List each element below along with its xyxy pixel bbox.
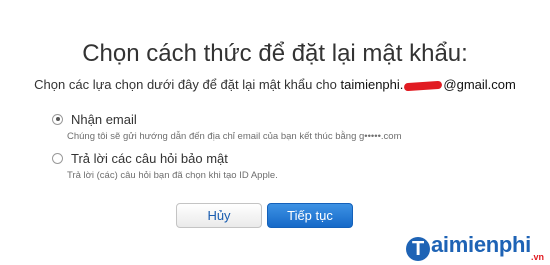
logo-letter: T: [406, 237, 430, 261]
cancel-button[interactable]: Hủy: [176, 203, 262, 228]
page-subtitle: Chọn các lựa chọn dưới đây để đặt lại mậ…: [0, 77, 550, 92]
page-title: Chọn cách thức để đặt lại mật khẩu:: [82, 40, 468, 67]
redaction-mark: [404, 80, 443, 91]
logo-suffix: .vn: [530, 252, 544, 262]
email-radio[interactable]: [52, 113, 63, 125]
watermark-logo: Taimienphi .vn: [406, 230, 546, 262]
logo-text: aimienphi: [431, 232, 531, 257]
option-email-description: Chúng tôi sẽ gửi hướng dẫn đến địa chỉ e…: [67, 131, 402, 142]
logo-wordmark: Taimienphi: [406, 232, 531, 261]
option-security-questions-description: Trả lời (các) câu hỏi bạn đã chọn khi tạ…: [67, 170, 278, 181]
option-email[interactable]: Nhận email Chúng tôi sẽ gửi hướng dẫn đế…: [52, 111, 402, 142]
security-questions-radio[interactable]: [52, 152, 63, 164]
option-email-label[interactable]: Nhận email: [71, 112, 137, 127]
option-security-questions-label[interactable]: Trả lời các câu hỏi bảo mật: [71, 151, 228, 166]
continue-button[interactable]: Tiếp tục: [267, 203, 353, 228]
account-email-start: taimienphi.: [340, 77, 404, 92]
account-email-end: @gmail.com: [443, 77, 516, 92]
option-security-questions[interactable]: Trả lời các câu hỏi bảo mật Trả lời (các…: [52, 150, 278, 181]
account-email: taimienphi. @gmail.com: [341, 77, 516, 92]
subtitle-text: Chọn các lựa chọn dưới đây để đặt lại mậ…: [34, 77, 337, 92]
reset-password-dialog: Chọn cách thức để đặt lại mật khẩu: Chọn…: [0, 0, 550, 265]
